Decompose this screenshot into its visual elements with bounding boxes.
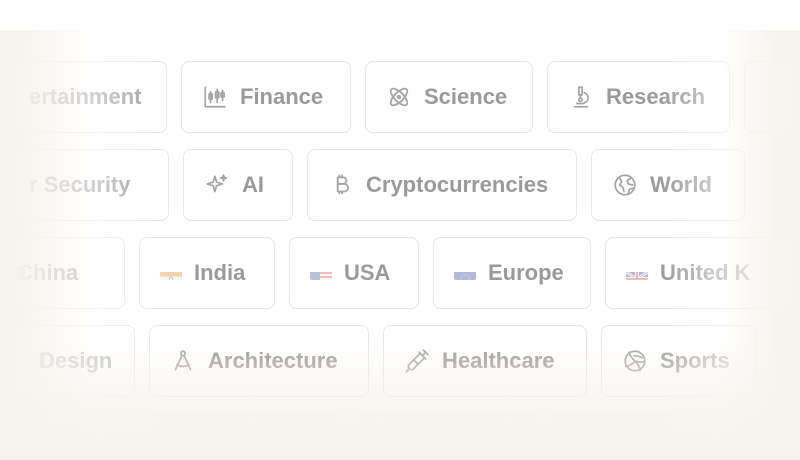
topic-label: Healthcare: [442, 348, 555, 373]
volleyball-icon: [622, 348, 648, 374]
china-flag-icon: [3, 266, 25, 280]
topic-label: United K: [660, 260, 751, 285]
usa-flag-icon: [310, 266, 332, 280]
topic-chip-europe[interactable]: Europe: [433, 237, 591, 309]
topic-chip-cryptocurrencies[interactable]: Cryptocurrencies: [307, 149, 577, 221]
topic-label: Research: [606, 84, 706, 109]
topic-chip-partial[interactable]: [744, 61, 800, 133]
topic-chip-finance[interactable]: Finance: [181, 61, 351, 133]
eu-flag-icon: [454, 266, 476, 280]
topic-chip-placeholder: [548, 412, 763, 452]
topic-chip-healthcare[interactable]: Healthcare: [383, 325, 587, 397]
topic-label: Science: [424, 84, 508, 109]
topic-label: World: [650, 172, 712, 197]
topic-chip-architecture[interactable]: Architecture: [149, 325, 369, 397]
candlestick-chart-icon: [202, 84, 228, 110]
topic-chip-ai[interactable]: AI: [183, 149, 293, 221]
topic-chip-placeholder: [355, 412, 535, 452]
topic-chip-world[interactable]: World: [591, 149, 745, 221]
india-flag-icon: [160, 266, 182, 280]
topic-chip-india[interactable]: India: [139, 237, 275, 309]
topic-label: Sports: [660, 348, 730, 373]
topic-chip-cybersecurity[interactable]: r Security: [0, 149, 169, 221]
topic-label: r Security: [29, 172, 131, 197]
topic-label: India: [194, 260, 246, 285]
topic-picker: ertainment Finance Science Research r Se…: [0, 0, 800, 460]
globe-icon: [612, 172, 638, 198]
syringe-icon: [404, 348, 430, 374]
topic-chip-usa[interactable]: USA: [289, 237, 419, 309]
topic-label: Europe: [488, 260, 564, 285]
microscope-icon: [568, 84, 594, 110]
topic-label: Cryptocurrencies: [366, 172, 549, 197]
topic-chip-design[interactable]: Design: [0, 325, 135, 397]
topic-label: Design: [39, 348, 113, 373]
topic-chip-entertainment[interactable]: ertainment: [0, 61, 167, 133]
topic-label: AI: [242, 172, 264, 197]
topic-chip-sports[interactable]: Sports: [601, 325, 756, 397]
topic-chip-science[interactable]: Science: [365, 61, 533, 133]
uk-flag-icon: [626, 266, 648, 280]
topic-chip-china[interactable]: China: [0, 237, 125, 309]
topic-chip-placeholder: [95, 412, 340, 452]
topic-label: Architecture: [208, 348, 338, 373]
topic-chip-united-kingdom[interactable]: United K: [605, 237, 800, 309]
atom-icon: [386, 84, 412, 110]
bitcoin-icon: [328, 172, 354, 198]
topic-label: USA: [344, 260, 391, 285]
sparkles-icon: [204, 172, 230, 198]
topic-chip-research[interactable]: Research: [547, 61, 730, 133]
topic-label: Finance: [240, 84, 324, 109]
topic-label: ertainment: [29, 84, 142, 109]
compass-icon: [170, 348, 196, 374]
topic-label: China: [17, 260, 79, 285]
